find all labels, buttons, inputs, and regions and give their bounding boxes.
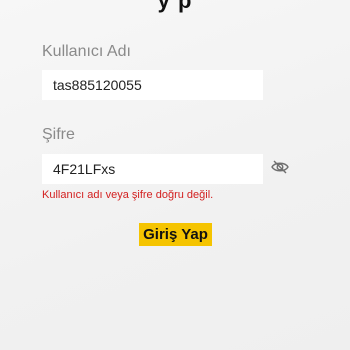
username-label: Kullanıcı Adı bbox=[42, 43, 131, 60]
login-screen: y p Kullanıcı Adı Şifre Kullanıcı adı ve… bbox=[0, 0, 350, 350]
page-title: y p bbox=[157, 0, 193, 13]
login-button[interactable]: Giriş Yap bbox=[139, 223, 212, 246]
login-error-message: Kullanıcı adı veya şifre doğru değil. bbox=[42, 189, 214, 201]
password-input[interactable] bbox=[42, 154, 263, 184]
username-input[interactable] bbox=[42, 70, 263, 100]
eye-slash-icon[interactable] bbox=[270, 157, 290, 177]
password-label: Şifre bbox=[42, 126, 75, 143]
